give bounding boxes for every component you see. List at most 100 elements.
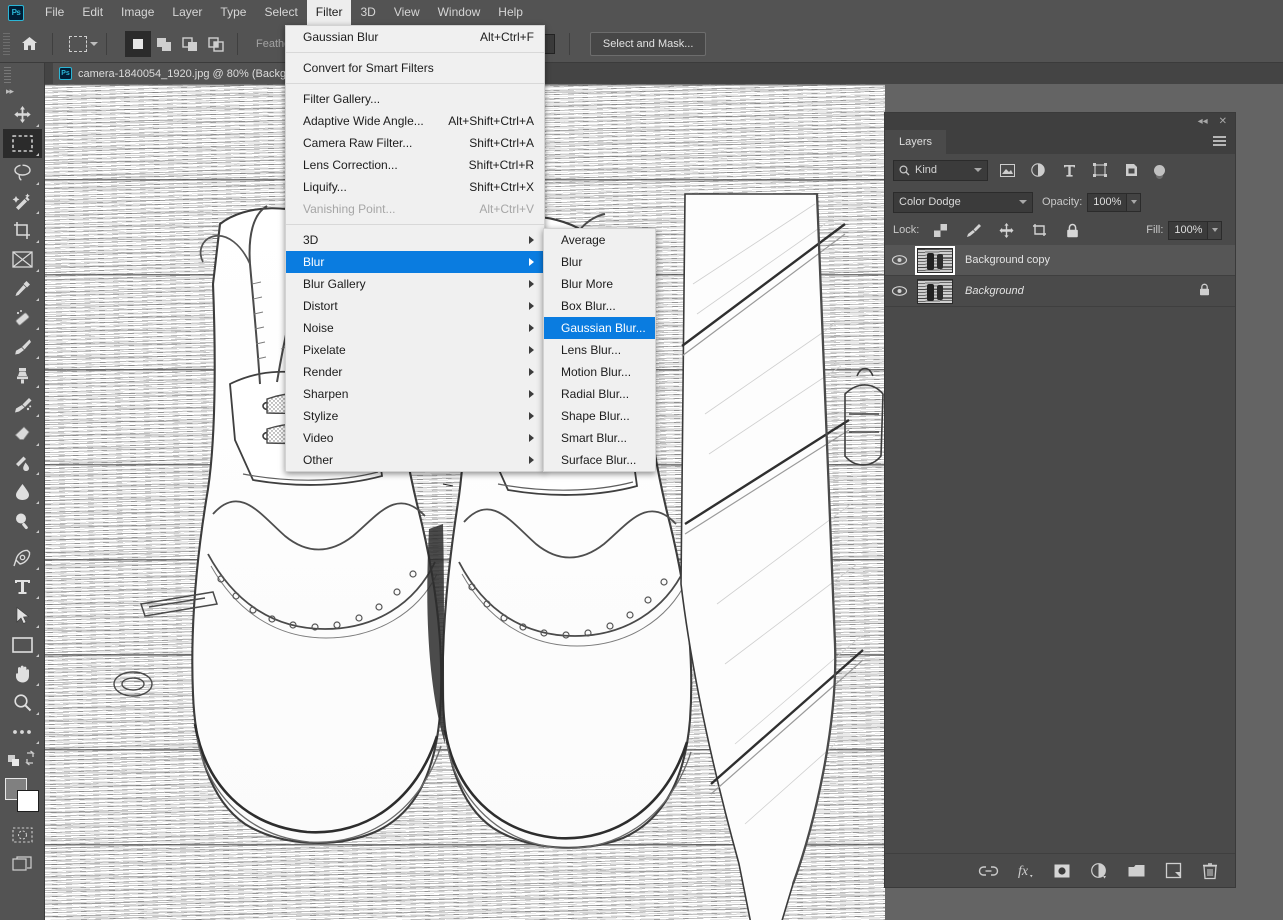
eraser-tool[interactable] xyxy=(3,419,42,448)
adjustment-layer-filter-icon[interactable] xyxy=(1026,159,1050,181)
shape-layer-filter-icon[interactable] xyxy=(1088,159,1112,181)
crop-tool[interactable] xyxy=(3,216,42,245)
layer-name[interactable]: Background copy xyxy=(965,254,1050,266)
background-color-swatch[interactable] xyxy=(17,790,39,812)
menu-item-sharpen[interactable]: Sharpen xyxy=(286,383,544,405)
menu-help[interactable]: Help xyxy=(489,0,532,25)
intersect-selection-button[interactable] xyxy=(203,31,229,57)
new-selection-button[interactable] xyxy=(125,30,151,57)
menu-item-adaptive-wide-angle[interactable]: Adaptive Wide Angle... Alt+Shift+Ctrl+A xyxy=(286,110,544,132)
blur-item-box-blur[interactable]: Box Blur... xyxy=(544,295,655,317)
gradient-tool[interactable] xyxy=(3,448,42,477)
blur-item-radial-blur[interactable]: Radial Blur... xyxy=(544,383,655,405)
add-to-selection-button[interactable] xyxy=(151,31,177,57)
clone-stamp-tool[interactable] xyxy=(3,361,42,390)
double-chevron-left-icon[interactable]: ◂◂ xyxy=(1198,116,1208,127)
menu-item-blur-gallery[interactable]: Blur Gallery xyxy=(286,273,544,295)
select-and-mask-button[interactable]: Select and Mask... xyxy=(589,31,707,56)
lock-image-pixels-icon[interactable] xyxy=(961,219,985,241)
tool-preset-picker[interactable] xyxy=(69,35,98,52)
rectangular-marquee-tool[interactable] xyxy=(2,129,42,158)
link-layers-icon[interactable] xyxy=(978,862,998,880)
new-group-icon[interactable] xyxy=(1127,862,1145,880)
quick-mask-icon[interactable] xyxy=(3,820,42,849)
menu-item-liquify[interactable]: Liquify... Shift+Ctrl+X xyxy=(286,176,544,198)
subtract-from-selection-button[interactable] xyxy=(177,31,203,57)
move-tool[interactable] xyxy=(3,100,42,129)
close-icon[interactable]: ✕ xyxy=(1219,116,1227,127)
lock-transparent-pixels-icon[interactable] xyxy=(928,219,952,241)
double-chevron-right-icon[interactable]: ▸▸ xyxy=(0,85,44,100)
menu-type[interactable]: Type xyxy=(211,0,255,25)
panel-menu-icon[interactable] xyxy=(1213,136,1226,146)
horizontal-type-tool[interactable] xyxy=(3,572,42,601)
menu-view[interactable]: View xyxy=(385,0,429,25)
menu-item-3d[interactable]: 3D xyxy=(286,229,544,251)
menu-item-other[interactable]: Other xyxy=(286,449,544,471)
lock-all-icon[interactable] xyxy=(1060,219,1084,241)
edit-toolbar-tool[interactable] xyxy=(3,717,42,746)
blur-item-motion-blur[interactable]: Motion Blur... xyxy=(544,361,655,383)
smart-object-filter-icon[interactable] xyxy=(1119,159,1143,181)
blur-item-smart-blur[interactable]: Smart Blur... xyxy=(544,427,655,449)
menu-window[interactable]: Window xyxy=(429,0,490,25)
lock-position-icon[interactable] xyxy=(994,219,1018,241)
blur-submenu-dropdown[interactable]: Average Blur Blur More Box Blur... Gaussian … xyxy=(543,228,656,472)
add-layer-style-icon[interactable]: fx xyxy=(1016,862,1034,880)
layer-thumbnail[interactable] xyxy=(917,247,953,273)
menu-item-lens-correction[interactable]: Lens Correction... Shift+Ctrl+R xyxy=(286,154,544,176)
menu-item-blur[interactable]: Blur xyxy=(286,251,544,273)
filter-enable-toggle[interactable] xyxy=(1154,164,1165,176)
rectangle-tool[interactable] xyxy=(3,630,42,659)
menu-item-pixelate[interactable]: Pixelate xyxy=(286,339,544,361)
home-icon[interactable] xyxy=(14,29,44,59)
menu-layer[interactable]: Layer xyxy=(163,0,211,25)
new-layer-icon[interactable] xyxy=(1164,862,1182,880)
blur-item-shape-blur[interactable]: Shape Blur... xyxy=(544,405,655,427)
blur-item-average[interactable]: Average xyxy=(544,229,655,251)
delete-layer-icon[interactable] xyxy=(1201,862,1219,880)
blur-item-surface-blur[interactable]: Surface Blur... xyxy=(544,449,655,471)
layer-row[interactable]: Background copy xyxy=(885,245,1235,276)
blur-item-lens-blur[interactable]: Lens Blur... xyxy=(544,339,655,361)
path-selection-tool[interactable] xyxy=(3,601,42,630)
toolbar-grip[interactable] xyxy=(4,67,11,83)
menu-item-camera-raw-filter[interactable]: Camera Raw Filter... Shift+Ctrl+A xyxy=(286,132,544,154)
history-brush-tool[interactable] xyxy=(3,390,42,419)
menu-file[interactable]: File xyxy=(36,0,73,25)
menu-item-filter-gallery[interactable]: Filter Gallery... xyxy=(286,88,544,110)
add-layer-mask-icon[interactable] xyxy=(1053,862,1071,880)
menu-item-distort[interactable]: Distort xyxy=(286,295,544,317)
screen-mode-icon[interactable] xyxy=(3,849,42,878)
pixel-layer-filter-icon[interactable] xyxy=(995,159,1019,181)
layer-name[interactable]: Background xyxy=(965,285,1024,297)
layer-thumbnail[interactable] xyxy=(917,278,953,304)
blend-mode-select[interactable]: Color Dodge xyxy=(893,191,1033,213)
layer-filter-kind-select[interactable]: Kind xyxy=(893,159,988,181)
options-bar-grip[interactable] xyxy=(3,32,10,55)
menu-item-convert-for-smart-filters[interactable]: Convert for Smart Filters xyxy=(286,57,544,79)
type-layer-filter-icon[interactable] xyxy=(1057,159,1081,181)
menu-image[interactable]: Image xyxy=(112,0,163,25)
menu-item-stylize[interactable]: Stylize xyxy=(286,405,544,427)
blur-item-blur[interactable]: Blur xyxy=(544,251,655,273)
spot-healing-brush-tool[interactable] xyxy=(3,303,42,332)
opacity-stepper[interactable] xyxy=(1127,192,1142,212)
menu-item-noise[interactable]: Noise xyxy=(286,317,544,339)
fill-input[interactable]: 100% xyxy=(1168,220,1209,240)
layer-row[interactable]: Background xyxy=(885,276,1235,307)
tab-layers[interactable]: Layers xyxy=(885,130,947,154)
fill-stepper[interactable] xyxy=(1208,220,1223,240)
menu-item-video[interactable]: Video xyxy=(286,427,544,449)
pen-tool[interactable] xyxy=(3,543,42,572)
color-swatches[interactable] xyxy=(5,778,39,812)
lasso-tool[interactable] xyxy=(3,158,42,187)
hand-tool[interactable] xyxy=(3,659,42,688)
frame-tool[interactable] xyxy=(3,245,42,274)
default-colors-and-swap[interactable] xyxy=(3,746,42,772)
layer-visibility-eye-icon[interactable] xyxy=(885,286,913,296)
new-fill-adjustment-layer-icon[interactable] xyxy=(1090,862,1108,880)
quick-selection-tool[interactable] xyxy=(3,187,42,216)
lock-artboard-nesting-icon[interactable] xyxy=(1027,219,1051,241)
menu-3d[interactable]: 3D xyxy=(351,0,384,25)
